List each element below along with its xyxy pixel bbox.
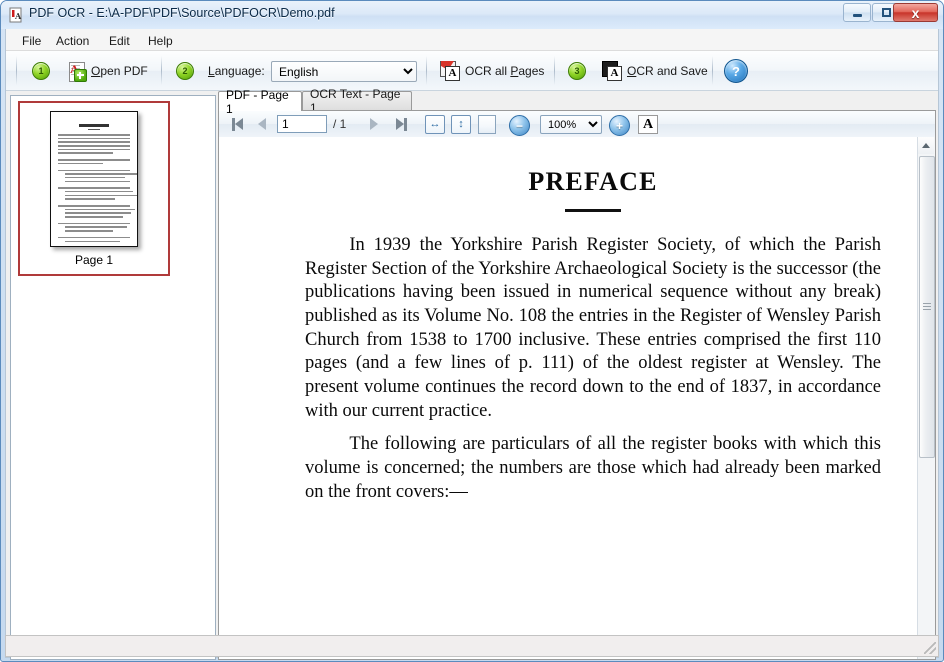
actual-size-button[interactable] xyxy=(478,115,496,134)
help-icon: ? xyxy=(724,59,748,83)
main-toolbar: 1 A Open PDF 2 Language: English xyxy=(6,51,938,91)
document-title: PREFACE xyxy=(528,167,658,196)
minimize-button[interactable] xyxy=(843,3,871,22)
document-title-rule xyxy=(565,209,621,212)
chevron-up-icon xyxy=(922,143,930,148)
thumbnail-item-page-1[interactable]: Page 1 xyxy=(18,101,170,276)
document-paragraph: In 1939 the Yorkshire Parish Register So… xyxy=(305,235,881,421)
step-3-badge: 3 xyxy=(568,62,586,80)
svg-text:A: A xyxy=(14,11,22,21)
window-title: PDF OCR - E:\A-PDF\PDF\Source\PDFOCR\Dem… xyxy=(29,6,335,20)
ocr-and-save-button[interactable]: A OCR and Save xyxy=(598,56,712,86)
text-tool-icon: A xyxy=(642,116,654,132)
step-3-badge-container: 3 xyxy=(564,56,590,86)
page-total-label: / 1 xyxy=(333,117,347,131)
app-icon: A xyxy=(8,7,24,23)
next-page-button[interactable] xyxy=(364,114,384,134)
next-page-icon xyxy=(370,118,378,130)
zoom-level-select[interactable]: 100% xyxy=(540,115,602,134)
step-1-badge-container: 1 xyxy=(28,56,54,86)
scrollbar-thumb[interactable] xyxy=(919,156,935,458)
fit-width-icon: ↔ xyxy=(429,118,441,130)
document-paragraph: The following are particulars of all the… xyxy=(305,434,881,502)
text-select-tool-button[interactable]: A xyxy=(638,115,658,134)
document-page: PREFACE In 1939 the Yorkshire Parish Reg… xyxy=(219,137,919,659)
step-2-badge-container: 2 xyxy=(172,56,198,86)
step-1-badge: 1 xyxy=(32,62,50,80)
fit-height-button[interactable]: ↕ xyxy=(451,115,471,134)
scroll-up-button[interactable] xyxy=(918,137,934,154)
document-scroll-area[interactable]: PREFACE In 1939 the Yorkshire Parish Reg… xyxy=(219,137,935,659)
last-page-icon xyxy=(395,118,404,130)
ocr-and-save-label: OCR and Save xyxy=(627,64,708,78)
thumbnail-preview xyxy=(50,111,138,247)
viewer-tabs: PDF - Page 1 OCR Text - Page 1 xyxy=(218,87,936,116)
language-label: Language: xyxy=(208,64,265,78)
ocr-all-pages-icon: A xyxy=(440,61,460,81)
page-navigation-toolbar: / 1 ↔ ↕ − xyxy=(219,111,935,138)
fit-height-icon: ↕ xyxy=(458,118,464,130)
thumbnail-panel[interactable]: Page 1 xyxy=(10,95,216,660)
minimize-icon xyxy=(844,4,870,21)
ocr-all-pages-button[interactable]: A OCR all Pages xyxy=(436,56,548,86)
scrollbar-grip-icon xyxy=(923,303,931,304)
language-label-container: Language: xyxy=(204,56,269,86)
previous-page-button[interactable] xyxy=(252,114,272,134)
zoom-out-button[interactable]: − xyxy=(509,115,530,136)
last-page-button[interactable] xyxy=(391,114,411,134)
previous-page-icon xyxy=(258,118,266,130)
menu-item-edit[interactable]: Edit xyxy=(101,32,138,50)
status-bar xyxy=(5,635,939,657)
zoom-in-button[interactable]: + xyxy=(609,115,630,136)
page-frame: / 1 ↔ ↕ − xyxy=(218,110,936,660)
open-pdf-label: Open PDF xyxy=(91,64,148,78)
menu-bar: File Action Edit Help xyxy=(6,29,938,51)
step-2-badge: 2 xyxy=(176,62,194,80)
application-window: A PDF OCR - E:\A-PDF\PDF\Source\PDFOCR\D… xyxy=(0,0,944,662)
close-icon: x xyxy=(894,4,937,21)
help-button[interactable]: ? xyxy=(720,56,752,86)
ocr-and-save-icon: A xyxy=(602,61,622,81)
menu-item-help[interactable]: Help xyxy=(140,32,181,50)
open-pdf-icon: A xyxy=(68,61,87,82)
title-bar: A PDF OCR - E:\A-PDF\PDF\Source\PDFOCR\D… xyxy=(1,1,943,29)
document-viewer: PDF - Page 1 OCR Text - Page 1 / 1 xyxy=(218,87,936,660)
thumbnail-caption: Page 1 xyxy=(74,253,114,267)
menu-item-file[interactable]: File xyxy=(14,32,49,50)
document-content: PREFACE In 1939 the Yorkshire Parish Reg… xyxy=(305,167,881,514)
vertical-scrollbar[interactable] xyxy=(917,137,935,659)
resize-grip-icon[interactable] xyxy=(924,642,936,654)
zoom-out-icon: − xyxy=(515,118,523,133)
close-label: x xyxy=(911,4,920,21)
first-page-button[interactable] xyxy=(227,114,247,134)
client-area: File Action Edit Help 1 A Open PDF 2 xyxy=(5,29,939,660)
page-number-input[interactable] xyxy=(277,115,327,133)
tab-pdf-page-1[interactable]: PDF - Page 1 xyxy=(218,88,302,116)
menu-item-action[interactable]: Action xyxy=(48,32,97,50)
close-button[interactable]: x xyxy=(893,3,938,22)
open-pdf-button[interactable]: A Open PDF xyxy=(64,56,152,86)
fit-width-button[interactable]: ↔ xyxy=(425,115,445,134)
zoom-in-icon: + xyxy=(615,118,623,133)
tab-ocr-text-page-1[interactable]: OCR Text - Page 1 xyxy=(302,87,412,115)
language-select[interactable]: English xyxy=(271,61,417,82)
ocr-all-pages-label: OCR all Pages xyxy=(465,64,545,78)
